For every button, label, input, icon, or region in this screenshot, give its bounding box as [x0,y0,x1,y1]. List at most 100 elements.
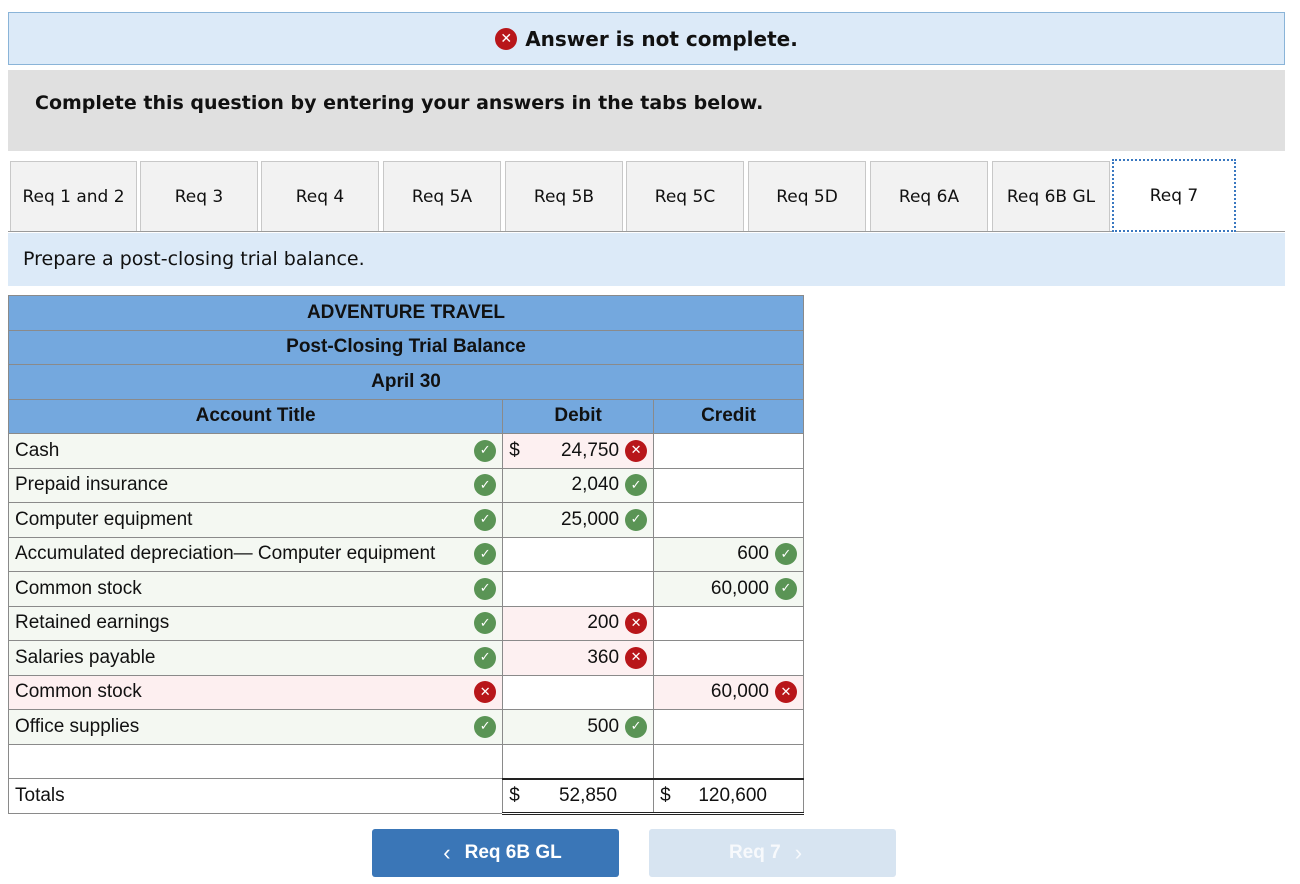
debit-cell[interactable]: 500 ✓ [502,709,655,745]
account-title-cell[interactable]: Prepaid insurance ✓ [7,467,504,503]
check-circle-icon: ✓ [625,474,648,497]
table-row: Prepaid insurance ✓ 2,040 ✓ [7,467,804,503]
account-title: Retained earnings [15,612,170,634]
statement-date: April 30 [8,364,804,400]
account-title-cell[interactable]: Office supplies ✓ [7,709,504,745]
tab-label: Req 5C [654,186,716,207]
tab-req-3[interactable]: Req 3 [140,161,258,231]
credit-cell[interactable] [653,605,804,641]
check-circle-icon: ✓ [775,577,797,600]
debit-cell[interactable] [502,674,655,710]
tab-label: Req 1 and 2 [22,186,125,207]
account-title-header: Account Title [7,398,504,434]
account-title-cell[interactable]: Cash ✓ [7,433,504,469]
debit-value: 200 [587,612,620,634]
company-name: ADVENTURE TRAVEL [8,295,804,331]
table-row-empty [7,743,804,779]
credit-cell[interactable]: 60,000 ✕ [653,674,804,710]
account-title: Common stock [15,577,142,599]
instruction-banner: Complete this question by entering your … [8,70,1285,151]
check-circle-icon: ✓ [474,715,497,738]
tab-req-5d[interactable]: Req 5D [748,161,866,231]
tab-label: Req 3 [174,186,224,207]
task-text: Prepare a post-closing trial balance. [23,248,365,270]
debit-cell[interactable]: 2,040 ✓ [502,467,655,503]
tab-req-5c[interactable]: Req 5C [626,161,744,231]
check-circle-icon: ✓ [474,508,497,531]
tab-req-7[interactable]: Req 7 [1112,159,1236,232]
account-title-cell[interactable]: Salaries payable ✓ [7,640,504,676]
credit-cell[interactable]: 60,000 ✓ [653,571,804,607]
account-title: Cash [15,439,60,461]
total-debit-value: 52,850 [558,784,618,806]
account-title-cell[interactable]: Retained earnings ✓ [7,605,504,641]
tab-req-6a[interactable]: Req 6A [870,161,988,231]
next-req-label: Req 7 [728,842,781,863]
debit-header: Debit [502,398,655,434]
answer-status-text: Answer is not complete. [525,26,798,51]
check-circle-icon: ✓ [775,543,797,566]
credit-cell[interactable] [653,433,804,469]
debit-cell[interactable]: 25,000 ✓ [502,502,655,538]
credit-input[interactable] [653,743,804,779]
check-circle-icon: ✓ [625,715,648,738]
total-credit: $120,600 [653,777,804,815]
debit-value: 360 [587,646,620,668]
account-title: Salaries payable [15,646,156,668]
table-row: Office supplies ✓ 500 ✓ [7,709,804,745]
dollar-sign: $ [509,784,520,806]
previous-req-button[interactable]: ‹ Req 6B GL [372,829,619,877]
total-credit-value: 120,600 [698,784,767,806]
trial-balance-table: ADVENTURE TRAVEL Post-Closing Trial Bala… [7,295,804,815]
x-circle-icon: ✕ [625,439,648,462]
table-row: Computer equipment ✓ 25,000 ✓ [7,502,804,538]
credit-cell[interactable] [653,467,804,503]
x-circle-icon: ✕ [474,681,497,704]
tab-req-6b-gl[interactable]: Req 6B GL [992,161,1110,231]
chevron-right-icon: › [794,840,803,865]
check-circle-icon: ✓ [474,646,497,669]
x-circle-icon: ✕ [625,646,648,669]
account-title-cell[interactable]: Common stock ✕ [7,674,504,710]
instruction-text: Complete this question by entering your … [35,92,764,114]
credit-cell[interactable] [653,640,804,676]
account-title-cell[interactable]: Computer equipment ✓ [7,502,504,538]
account-title-cell[interactable]: Accumulated depreciation— Computer equip… [7,536,504,572]
tab-label: Req 5B [533,186,595,207]
table-row: Accumulated depreciation— Computer equip… [7,536,804,572]
credit-cell[interactable]: 600 ✓ [653,536,804,572]
tab-label: Req 5A [411,186,473,207]
account-input[interactable] [7,743,504,779]
dollar-sign: $ [509,439,520,461]
totals-label: Totals [7,778,504,814]
tab-label: Req 6B GL [1006,186,1096,207]
check-circle-icon: ✓ [625,508,648,531]
debit-cell[interactable]: 200 ✕ [502,605,655,641]
debit-cell[interactable] [502,536,655,572]
debit-cell[interactable]: $24,750 ✕ [502,433,655,469]
debit-input[interactable] [502,743,655,779]
totals-row: Totals $52,850 $120,600 [7,777,804,815]
credit-cell[interactable] [653,502,804,538]
requirement-tabs: Req 1 and 2 Req 3 Req 4 Req 5A Req 5B Re… [8,159,1285,232]
debit-value: 2,040 [571,474,620,496]
debit-cell[interactable]: 360 ✕ [502,640,655,676]
debit-cell[interactable] [502,571,655,607]
account-title-cell[interactable]: Common stock ✓ [7,571,504,607]
previous-req-label: Req 6B GL [464,842,562,863]
credit-value: 60,000 [710,577,769,599]
tab-req-5b[interactable]: Req 5B [505,161,623,231]
trial-balance-rows: Cash ✓ $24,750 ✕ Prepaid insurance ✓ 2,040 ✓ Com… [7,433,804,745]
tab-req-5a[interactable]: Req 5A [383,161,501,231]
total-debit: $52,850 [502,777,655,815]
credit-value: 600 [737,543,769,565]
table-row: Cash ✓ $24,750 ✕ [7,433,804,469]
task-prompt: Prepare a post-closing trial balance. [8,233,1285,286]
answer-status-banner: ✕ Answer is not complete. [8,12,1285,65]
credit-cell[interactable] [653,709,804,745]
credit-header: Credit [653,398,804,434]
account-title: Computer equipment [15,508,193,530]
tab-req-1-and-2[interactable]: Req 1 and 2 [10,161,137,231]
credit-value: 60,000 [710,681,769,703]
tab-req-4[interactable]: Req 4 [261,161,379,231]
